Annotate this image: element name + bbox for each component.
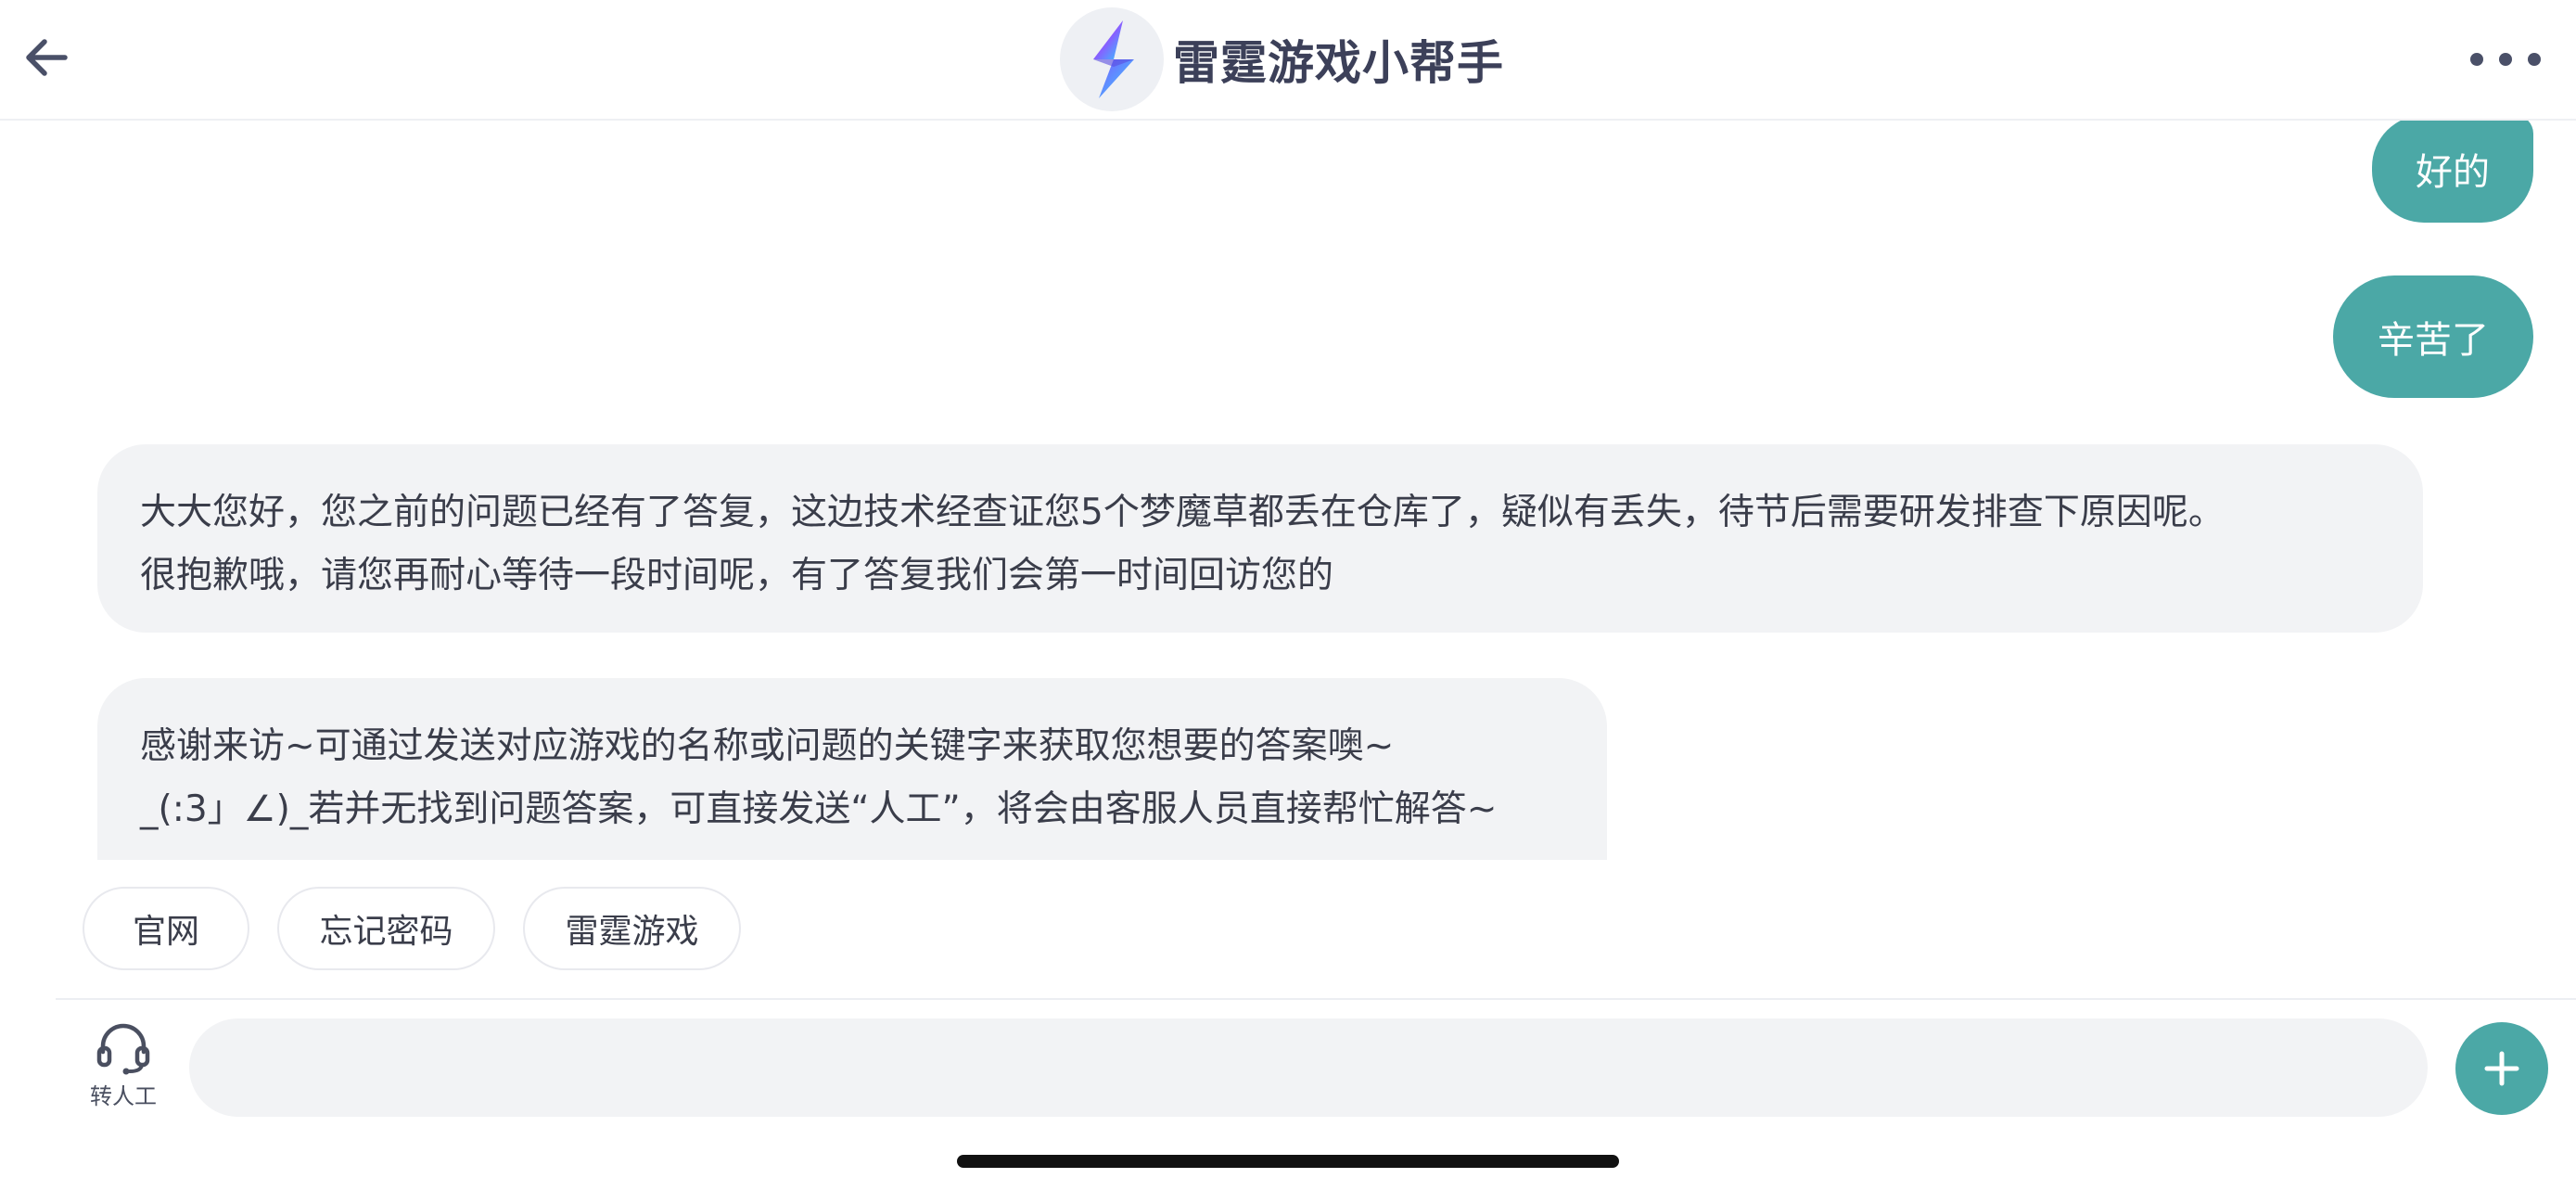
quick-reply-chip-official-site[interactable]: 官网 (83, 887, 249, 970)
bot-message-text: 大大您好，您之前的问题已经有了答复，这边技术经查证您5个梦魔草都丢在仓库了，疑似… (140, 492, 2225, 533)
chat-message-list[interactable]: 好的 辛苦了 大大您好，您之前的问题已经有了答复，这边技术经查证您5个梦魔草都丢… (0, 121, 2576, 860)
chat-title: 雷霆游戏小帮手 (1173, 36, 1504, 90)
home-indicator (957, 1155, 1619, 1168)
input-divider (56, 998, 2576, 1000)
more-dots-icon (2528, 53, 2541, 66)
top-nav-bar: 雷霆游戏小帮手 (0, 0, 2576, 121)
user-message-bubble: 好的 (2372, 121, 2533, 223)
bot-message-text: _(:3」∠)_若并无找到问题答案，可直接发送“人工”，将会由客服人员直接帮忙解… (140, 788, 1498, 830)
transfer-to-agent-label: 转人工 (90, 1083, 157, 1109)
more-dots-icon (2470, 53, 2483, 66)
lightning-logo-icon (1060, 7, 1164, 111)
more-dots-icon (2499, 53, 2512, 66)
bot-message-bubble: 感谢来访~可通过发送对应游戏的名称或问题的关键字来获取您想要的答案噢~ _(:3… (97, 678, 1607, 860)
add-attachment-button[interactable] (2455, 1022, 2548, 1115)
bot-message-text: 很抱歉哦，请您再耐心等待一段时间呢，有了答复我们会第一时间回访您的 (140, 555, 1334, 596)
plus-icon (2484, 1051, 2519, 1086)
quick-reply-bar: 官网 忘记密码 雷霆游戏 (83, 887, 741, 970)
user-message-text: 好的 (2416, 151, 2490, 194)
chat-title-group: 雷霆游戏小帮手 (1060, 7, 1504, 111)
quick-reply-chip-thunder-games[interactable]: 雷霆游戏 (523, 887, 741, 970)
bot-message-text: 感谢来访~可通过发送对应游戏的名称或问题的关键字来获取您想要的答案噢~ (140, 725, 1395, 767)
user-message-bubble: 辛苦了 (2333, 275, 2533, 398)
quick-reply-chip-forgot-password[interactable]: 忘记密码 (277, 887, 495, 970)
more-options-button[interactable] (2470, 37, 2541, 82)
bot-message-bubble: 大大您好，您之前的问题已经有了答复，这边技术经查证您5个梦魔草都丢在仓库了，疑似… (97, 444, 2423, 633)
message-input[interactable] (189, 1018, 2428, 1117)
user-message-text: 辛苦了 (2378, 319, 2489, 362)
back-button[interactable] (20, 28, 80, 87)
transfer-to-agent-button[interactable]: 转人工 (82, 1020, 165, 1113)
headset-icon (96, 1023, 150, 1075)
arrow-left-icon (26, 39, 68, 76)
